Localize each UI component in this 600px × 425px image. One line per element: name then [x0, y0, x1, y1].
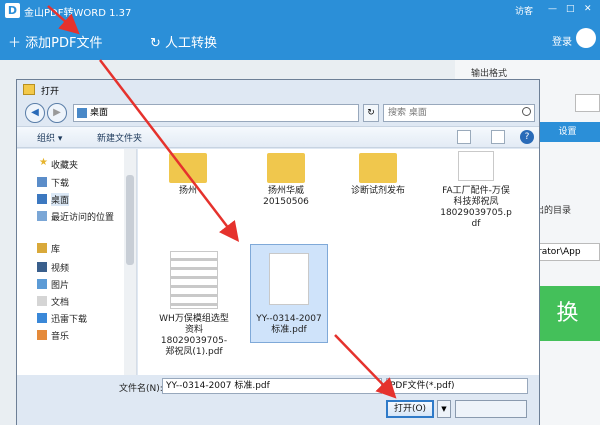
file-name: WH万俣模组选型 资料 18029039705- 郑祝凤(1).pdf: [159, 314, 229, 357]
music-icon: [37, 330, 47, 340]
video-icon: [37, 262, 47, 272]
format-select[interactable]: [575, 94, 600, 112]
nav-item-desktop[interactable]: 桌面: [51, 193, 70, 206]
file-name: 诊断试剂发布: [350, 186, 405, 196]
output-format-label: 输出格式: [471, 69, 508, 79]
new-folder-button[interactable]: 新建文件夹: [97, 131, 142, 144]
nav-scrollbar[interactable]: [124, 149, 136, 375]
nav-library[interactable]: 库: [51, 242, 60, 255]
output-path-input[interactable]: rator\App: [535, 243, 600, 261]
nav-item-documents[interactable]: 文档: [51, 295, 69, 308]
folder-icon: [267, 153, 305, 183]
nav-item-music[interactable]: 音乐: [51, 329, 69, 342]
app-toolbar: ＋ 添加PDF文件 ↻ 人工转换 登录: [0, 22, 600, 60]
open-button[interactable]: 打开(O): [386, 400, 434, 418]
avatar[interactable]: [576, 28, 596, 48]
document-icon: [269, 253, 309, 305]
download-icon: [37, 177, 47, 187]
help-icon[interactable]: ?: [520, 130, 534, 144]
folder-icon: [359, 153, 397, 183]
folder-icon: [23, 84, 35, 95]
filename-label: 文件名(N):: [119, 384, 163, 394]
dialog-title: 打开: [41, 87, 60, 97]
desktop-icon: [77, 108, 87, 118]
maximize-icon[interactable]: □: [566, 4, 575, 14]
login-link[interactable]: 登录: [552, 33, 572, 48]
refresh-icon: ↻: [150, 36, 161, 51]
view-toggle-icon[interactable]: [457, 130, 471, 144]
filename-input[interactable]: YY--0314-2007 标准.pdf: [162, 378, 382, 394]
dialog-footer: 文件名(N): YY--0314-2007 标准.pdf PDF文件(*.pdf…: [17, 375, 539, 425]
nav-item-video[interactable]: 视频: [51, 261, 69, 274]
open-file-dialog: 打开 ◀ ▶ 桌面 ↻ 搜索 桌面 组织 ▾ 新建文件夹 ? ★ 收藏夹 下载 …: [16, 79, 540, 425]
pictures-icon: [37, 279, 47, 289]
address-path: 桌面: [90, 108, 109, 118]
open-dropdown-icon[interactable]: ▼: [437, 400, 451, 418]
app-logo-icon: D: [5, 3, 20, 18]
thunder-download-icon: [37, 313, 47, 323]
preview-pane-icon[interactable]: [491, 130, 505, 144]
manual-convert-button[interactable]: ↻ 人工转换: [150, 32, 217, 51]
navigation-pane: ★ 收藏夹 下载 桌面 最近访问的位置 库 视频 图片 文档 迅雷下载 音乐: [17, 149, 137, 375]
organize-button[interactable]: 组织 ▾: [37, 131, 62, 144]
file-name: 扬州: [178, 186, 197, 196]
back-button[interactable]: ◀: [25, 103, 45, 123]
address-bar-row: ◀ ▶ 桌面 ↻ 搜索 桌面: [17, 100, 539, 126]
close-icon[interactable]: ✕: [584, 4, 592, 14]
desktop-icon: [37, 194, 47, 204]
nav-item-pictures[interactable]: 图片: [51, 278, 69, 291]
convert-button[interactable]: 换: [535, 286, 600, 341]
nav-item-thunder[interactable]: 迅雷下载: [51, 312, 87, 325]
search-input[interactable]: 搜索 桌面: [383, 104, 535, 122]
minimize-icon[interactable]: —: [548, 4, 557, 14]
library-icon: [37, 243, 47, 253]
nav-favorites[interactable]: 收藏夹: [51, 158, 78, 171]
search-icon: [522, 107, 531, 116]
output-dir-label: 出的目录: [535, 206, 572, 216]
user-label[interactable]: 访客: [515, 4, 533, 17]
settings-button[interactable]: 设置: [535, 122, 600, 142]
refresh-button[interactable]: ↻: [363, 104, 379, 122]
star-icon: ★: [39, 157, 48, 168]
folder-icon: [169, 153, 207, 183]
file-list: 扬州 扬州华威 20150506 诊断试剂发布 FA工厂配件-万俣 科技郑祝凤 …: [138, 149, 539, 375]
address-bar[interactable]: 桌面: [73, 104, 359, 122]
pdf-thumbnail-icon: [458, 151, 494, 181]
dialog-title-bar: 打开: [17, 80, 539, 100]
nav-item-recent[interactable]: 最近访问的位置: [51, 210, 114, 223]
file-name: 扬州华威 20150506: [263, 186, 309, 207]
search-placeholder: 搜索 桌面: [388, 108, 427, 118]
pdf-thumbnail-icon: [170, 251, 218, 309]
documents-icon: [37, 296, 47, 306]
manual-convert-label: 人工转换: [165, 36, 218, 51]
recent-places-icon: [37, 211, 47, 221]
nav-item-download[interactable]: 下载: [51, 176, 69, 189]
command-bar: 组织 ▾ 新建文件夹 ?: [17, 126, 539, 148]
app-title-bar: D 金山PDF转WORD 1.37 访客 — □ ✕: [0, 0, 600, 22]
file-name: YY--0314-2007 标准.pdf: [256, 314, 322, 335]
forward-button[interactable]: ▶: [47, 103, 67, 123]
scrollbar-thumb[interactable]: [126, 175, 134, 265]
app-title: 金山PDF转WORD 1.37: [24, 8, 132, 19]
add-pdf-button[interactable]: ＋ 添加PDF文件: [8, 32, 102, 51]
file-name: FA工厂配件-万俣 科技郑祝凤 18029039705.p df: [440, 186, 512, 229]
filetype-select[interactable]: PDF文件(*.pdf): [386, 378, 528, 394]
cancel-button[interactable]: [455, 400, 527, 418]
